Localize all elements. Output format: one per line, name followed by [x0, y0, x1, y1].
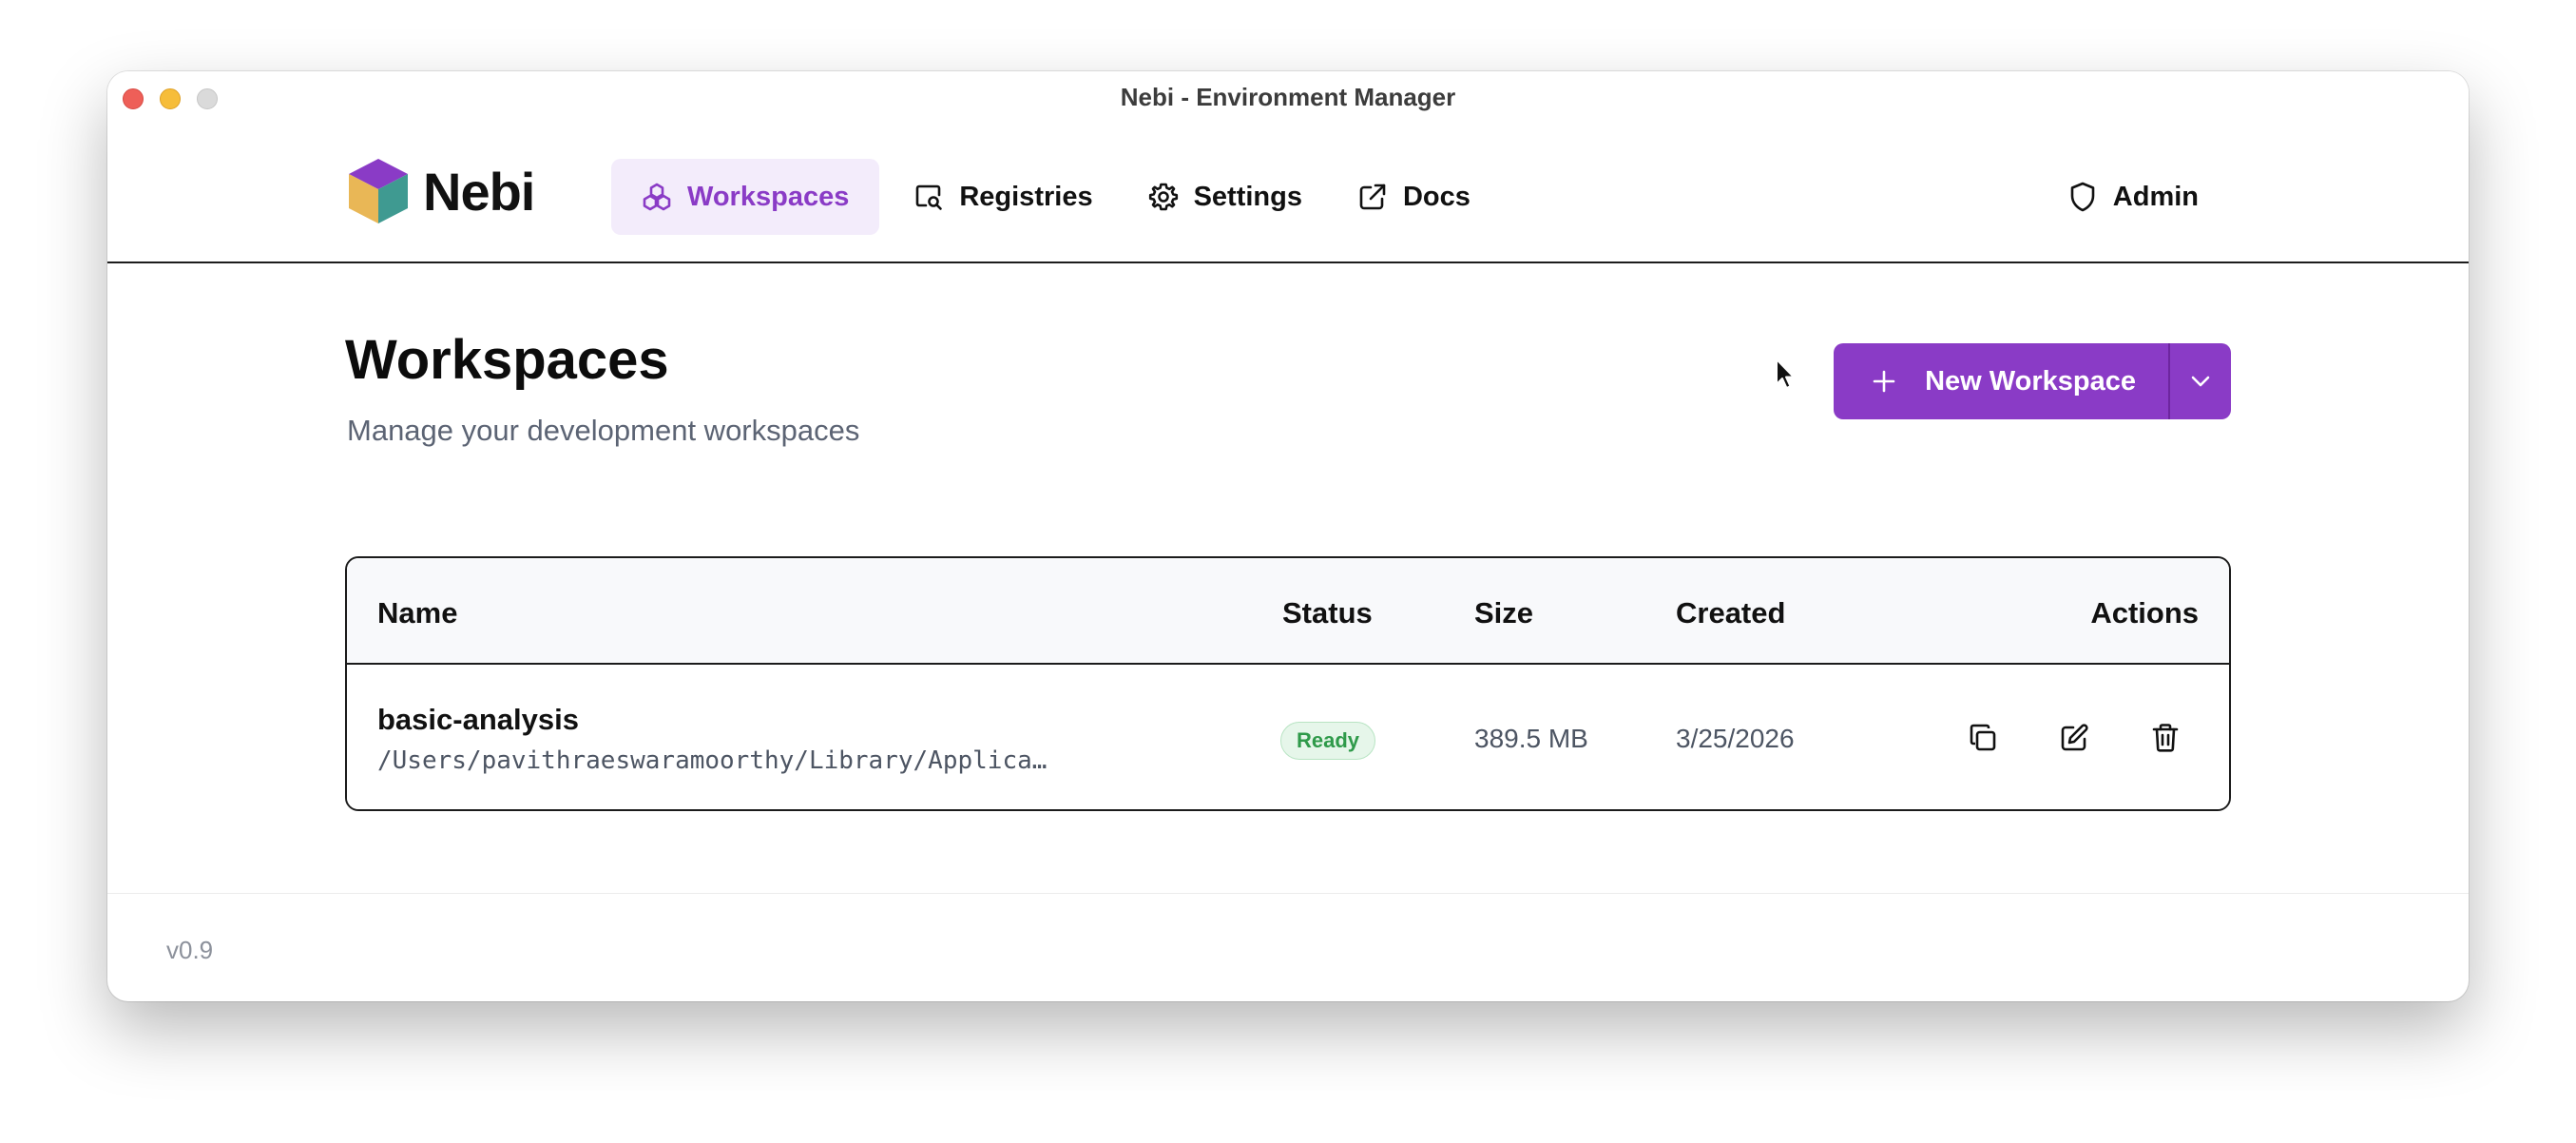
nav-docs[interactable]: Docs — [1336, 159, 1501, 235]
workspace-created-date: 3/25/2026 — [1676, 724, 1795, 753]
column-header-created: Created — [1676, 596, 1786, 630]
new-workspace-dropdown-button[interactable] — [2170, 343, 2231, 419]
app-window: Nebi - Environment Manager Nebi Workspac… — [107, 71, 2469, 1001]
window-title: Nebi - Environment Manager — [1120, 83, 1456, 111]
nav-workspaces-label: Workspaces — [687, 181, 850, 212]
workspaces-table: Name Status Size Created Actions basic-a… — [345, 556, 2231, 811]
duplicate-button[interactable] — [1961, 716, 2005, 760]
column-header-actions: Actions — [2090, 596, 2199, 630]
version-label: v0.9 — [166, 936, 214, 964]
nav-registries-label: Registries — [959, 181, 1093, 212]
nav-docs-label: Docs — [1402, 181, 1471, 212]
table-row[interactable]: basic-analysis /Users/pavithraeswaramoor… — [347, 667, 2229, 809]
column-header-size: Size — [1474, 596, 1534, 630]
shield-icon — [2070, 182, 2095, 212]
new-workspace-label: New Workspace — [1925, 365, 2136, 397]
column-header-status: Status — [1282, 596, 1373, 630]
workspace-path: /Users/pavithraeswaramoorthy/Library/App… — [377, 746, 1048, 775]
new-workspace-button[interactable]: New Workspace — [1834, 343, 2170, 419]
top-navbar: Nebi Workspaces Registries Settings Docs… — [107, 125, 2469, 263]
copy-icon — [1970, 724, 1996, 751]
table-header: Name Status Size Created Actions — [347, 558, 2229, 665]
nav-registries[interactable]: Registries — [894, 159, 1115, 235]
title-bar: Nebi - Environment Manager — [107, 71, 2469, 125]
logo-text: Nebi — [423, 161, 535, 222]
admin-label: Admin — [2112, 181, 2199, 212]
workspaces-icon — [643, 183, 671, 211]
status-badge: Ready — [1280, 722, 1376, 760]
delete-button[interactable] — [2143, 716, 2187, 760]
edit-button[interactable] — [2052, 716, 2096, 760]
registry-search-icon — [916, 184, 943, 210]
page-title: Workspaces — [345, 329, 669, 391]
cube-logo-icon — [349, 159, 408, 223]
admin-button[interactable]: Admin — [2069, 159, 2199, 235]
mouse-cursor-icon — [1776, 358, 1795, 389]
nav-settings-label: Settings — [1193, 181, 1302, 212]
nav-workspaces[interactable]: Workspaces — [611, 159, 880, 235]
plus-icon — [1873, 370, 1895, 393]
gear-icon — [1148, 183, 1178, 211]
nav-settings[interactable]: Settings — [1131, 159, 1321, 235]
page-subtitle: Manage your development workspaces — [347, 414, 860, 447]
chevron-down-icon — [2191, 376, 2210, 387]
edit-icon — [2061, 724, 2088, 751]
trash-icon — [2152, 724, 2179, 752]
main-nav: Workspaces Registries Settings Docs — [611, 159, 1501, 235]
new-workspace-split-button: New Workspace — [1834, 343, 2231, 419]
workspace-name[interactable]: basic-analysis — [377, 703, 579, 737]
workspace-size: 389.5 MB — [1474, 724, 1588, 753]
app-footer: v0.9 — [107, 893, 2469, 1001]
external-link-icon — [1359, 184, 1386, 210]
column-header-name: Name — [377, 596, 458, 630]
app-logo[interactable]: Nebi — [347, 157, 535, 225]
